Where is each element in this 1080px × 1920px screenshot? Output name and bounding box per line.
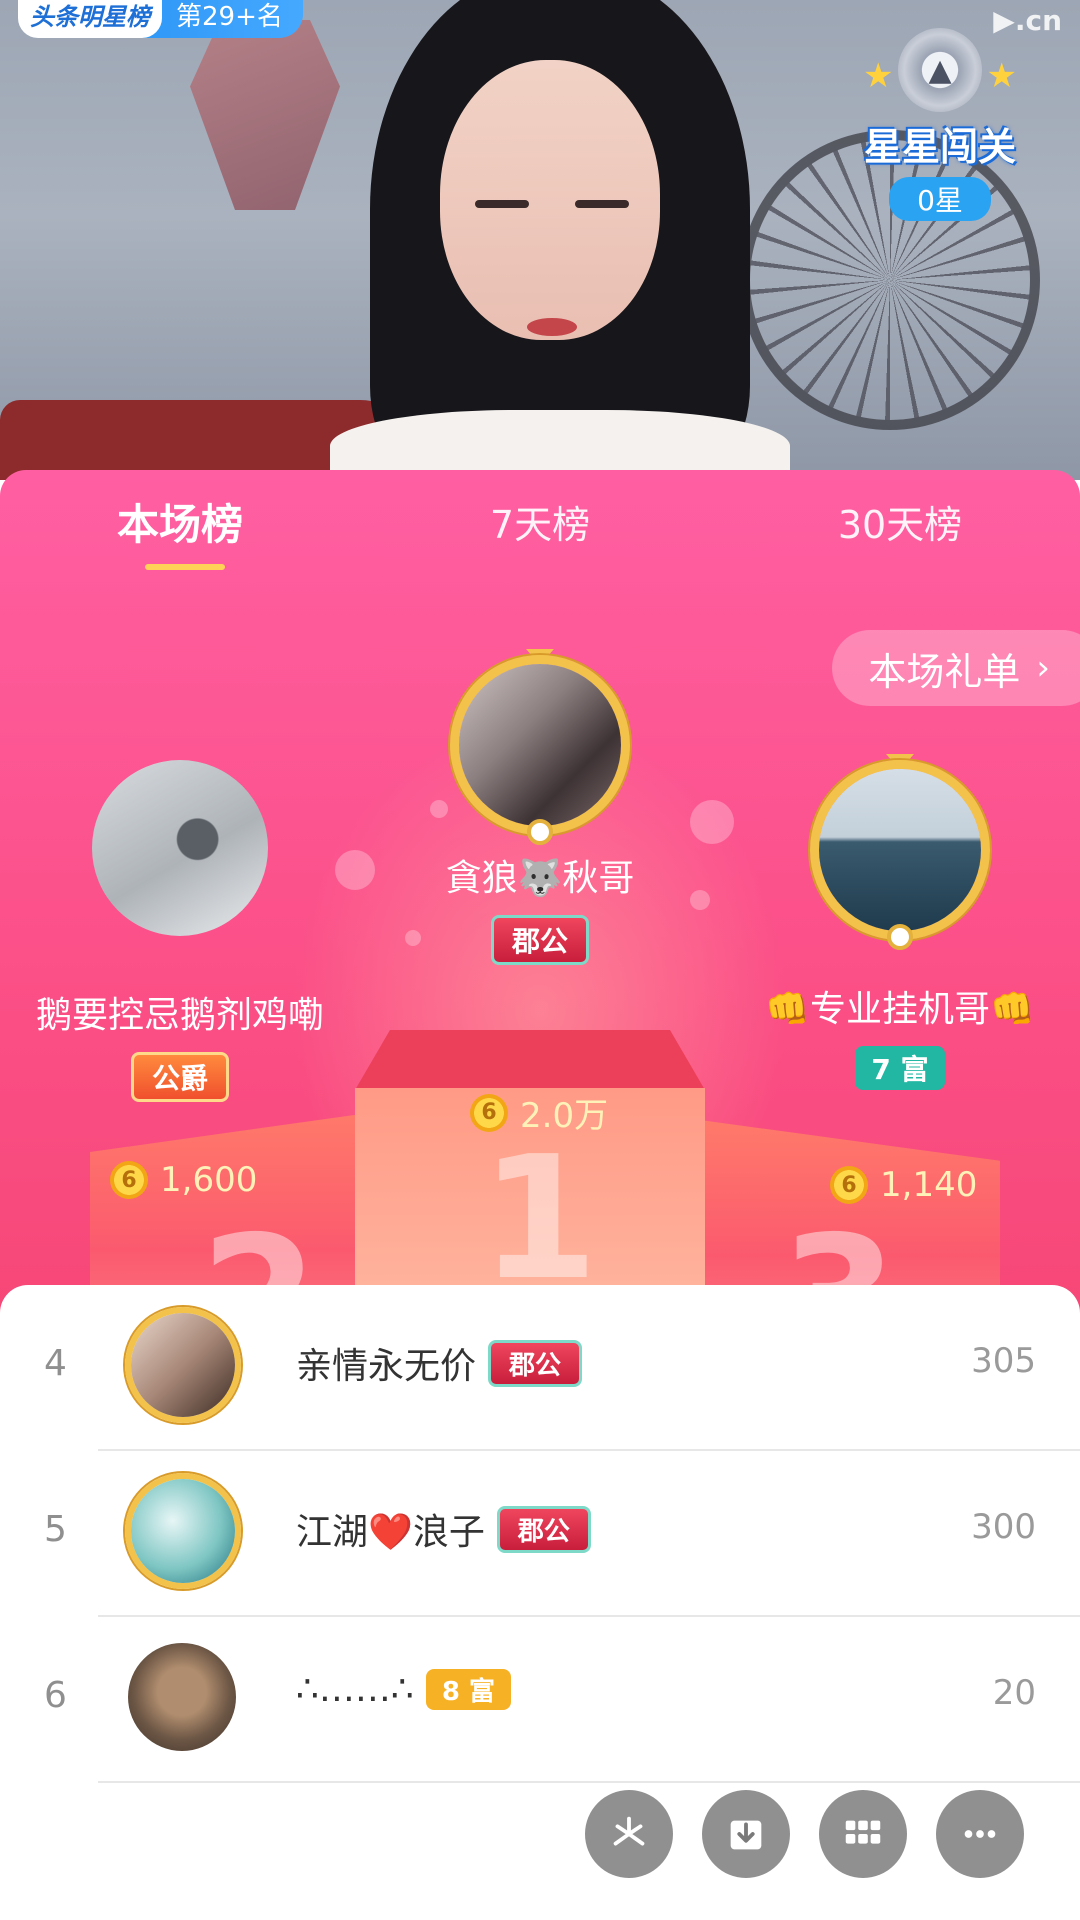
- fortune-badge: 7 富: [855, 1046, 945, 1090]
- second-place-user[interactable]: 鹅要控忌鹅剂鸡嘞 公爵: [20, 760, 340, 1102]
- medal-icon: ▲: [898, 28, 982, 112]
- noble-badge: 郡公: [488, 1339, 583, 1387]
- noble-badge: 公爵: [130, 1052, 229, 1102]
- list-item[interactable]: 4 亲情永无价 郡公 305: [0, 1285, 1080, 1451]
- share-icon: [613, 1816, 645, 1846]
- avatar-image: [131, 1313, 235, 1417]
- ranking-tabs: 本场榜 7天榜 30天榜: [0, 490, 1080, 580]
- star-count: 0星: [889, 177, 991, 221]
- tab-this-session[interactable]: 本场榜: [50, 490, 310, 570]
- download-button[interactable]: [702, 1790, 790, 1878]
- avatar: [128, 1643, 236, 1751]
- list-item[interactable]: 5 江湖❤️浪子 郡公 300: [0, 1451, 1080, 1617]
- list-item[interactable]: 6 ∴……∴ 8 富 20: [0, 1617, 1080, 1783]
- star-rank-chip[interactable]: 头条明星榜 第29+名: [18, 0, 303, 38]
- noble-badge: 郡公: [490, 915, 589, 965]
- avatar-frame: [810, 754, 990, 950]
- third-place-user[interactable]: 👊专业挂机哥👊 7 富: [735, 754, 1065, 1090]
- streamer-eye-right: [575, 200, 629, 208]
- avatar: [810, 760, 990, 940]
- streamer-lips: [527, 318, 577, 336]
- coin-icon: 6: [830, 1166, 868, 1204]
- contribution-score: 20: [992, 1673, 1036, 1713]
- contribution-score: 305: [971, 1341, 1036, 1381]
- contribution-score: 300: [971, 1507, 1036, 1547]
- avatar-frame: [450, 649, 630, 845]
- star-icon: ★: [863, 56, 894, 96]
- rank-number: 6: [44, 1675, 67, 1716]
- avatar-image: [459, 664, 621, 826]
- second-place-name: 鹅要控忌鹅剂鸡嘞: [35, 995, 324, 1036]
- grid-icon: [845, 1820, 881, 1844]
- frame-gem: [527, 819, 553, 845]
- tab-30-days[interactable]: 30天榜: [770, 490, 1030, 570]
- chevron-right-icon: ›: [1036, 648, 1050, 688]
- star-icon: ★: [986, 56, 1017, 96]
- first-place-name: 貪狼🐺秋哥: [445, 858, 635, 899]
- coin-icon: 6: [470, 1093, 508, 1132]
- second-place-amount: 6 1,600: [110, 1160, 257, 1200]
- streamer-eye-left: [475, 200, 529, 208]
- gift-list-button[interactable]: 本场礼单 ›: [832, 630, 1080, 706]
- first-place-amount: 6 2.0万: [470, 1088, 608, 1137]
- live-video[interactable]: 头条明星榜 第29+名 ▶.cn ▲ ★ ★ 星星闯关 0星: [0, 0, 1080, 480]
- more-button[interactable]: [936, 1790, 1024, 1878]
- avatar: [125, 1473, 241, 1589]
- avatar-frame: [125, 1473, 241, 1589]
- first-place-user[interactable]: 貪狼🐺秋哥 郡公: [370, 649, 710, 965]
- avatar-image: [92, 760, 268, 936]
- rank-number: 5: [44, 1509, 67, 1550]
- avatar-image: [128, 1643, 236, 1751]
- fortune-badge: 8 富: [425, 1669, 511, 1710]
- divider: [98, 1781, 1080, 1783]
- podium-first-top: [355, 1030, 705, 1090]
- star-challenge-title: 星星闯关: [863, 125, 1016, 169]
- apps-button[interactable]: [819, 1790, 907, 1878]
- noble-badge: 郡公: [496, 1505, 591, 1553]
- user-name: 亲情永无价 郡公: [296, 1337, 583, 1389]
- rank-position: 第29+名: [176, 1, 283, 32]
- user-name: ∴……∴ 8 富: [296, 1669, 511, 1710]
- user-name: 江湖❤️浪子 郡公: [296, 1503, 591, 1555]
- coin-icon: 6: [110, 1161, 148, 1199]
- avatar: [125, 1307, 241, 1423]
- rank-brand: 头条明星榜: [18, 0, 162, 38]
- avatar: [450, 655, 630, 835]
- avatar-image: [819, 769, 981, 931]
- wall-decoration: [190, 20, 340, 210]
- rank-number: 4: [44, 1343, 67, 1384]
- decor-bubble: [335, 850, 375, 890]
- third-place-name: 👊专业挂机哥👊: [765, 989, 1035, 1030]
- frame-gem: [887, 924, 913, 950]
- third-place-amount: 6 1,140: [830, 1165, 977, 1205]
- more-icon: [964, 1830, 996, 1838]
- download-icon: [730, 1820, 762, 1850]
- avatar-image-wrap: [128, 1643, 236, 1751]
- floating-actions: [585, 1790, 1035, 1880]
- avatar-image: [131, 1479, 235, 1583]
- avatar-frame: [125, 1307, 241, 1423]
- share-button[interactable]: [585, 1790, 673, 1878]
- star-challenge-badge[interactable]: ▲ ★ ★ 星星闯关 0星: [845, 28, 1035, 221]
- active-tab-indicator: [145, 564, 225, 570]
- avatar: [92, 760, 268, 936]
- tab-7-days[interactable]: 7天榜: [410, 490, 670, 570]
